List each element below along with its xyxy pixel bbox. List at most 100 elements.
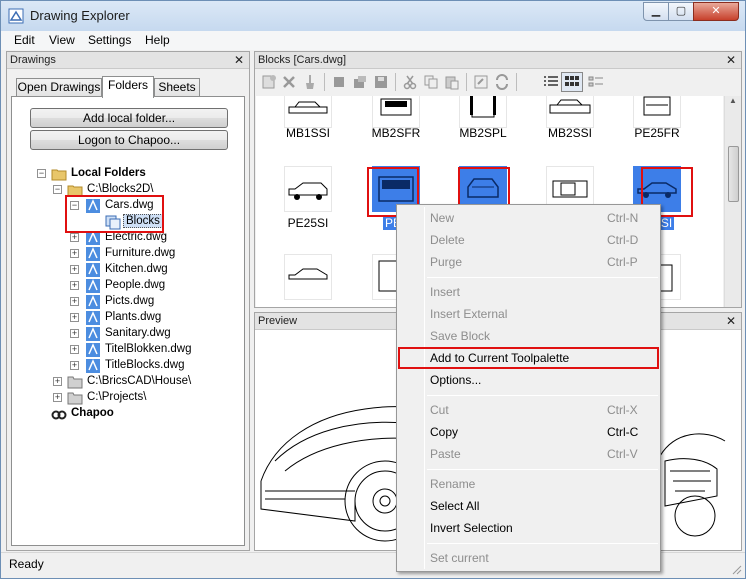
menu-item-select-all[interactable]: Select All	[397, 495, 660, 517]
collapse-icon[interactable]: −	[53, 185, 62, 194]
menu-item-new[interactable]: New Ctrl-N	[397, 207, 660, 229]
title-bar[interactable]: Drawing Explorer ▁ ▢ ✕	[1, 1, 745, 31]
block-item[interactable]: PE25FR	[622, 96, 692, 142]
drawings-panel-close-icon[interactable]: ✕	[234, 53, 244, 67]
maximize-button[interactable]: ▢	[668, 2, 694, 21]
menu-item-shortcut: Ctrl-C	[607, 425, 639, 439]
expand-icon[interactable]: +	[70, 281, 79, 290]
expand-icon[interactable]: +	[70, 313, 79, 322]
menu-item-options[interactable]: Options...	[397, 369, 660, 391]
tree-file-titleblocks[interactable]: + TitleBlocks.dwg	[12, 358, 244, 374]
menu-item-set-current[interactable]: Set current	[397, 547, 660, 569]
tree-bricscad-house[interactable]: + C:\BricsCAD\House\	[12, 374, 244, 390]
block-thumbnail	[284, 254, 332, 300]
refresh-icon[interactable]	[494, 74, 510, 90]
menu-item-label: Save Block	[430, 329, 491, 343]
purge-icon[interactable]	[302, 74, 318, 90]
expand-icon[interactable]: +	[70, 297, 79, 306]
new-block-icon[interactable]	[261, 74, 277, 90]
block-label: MB1SSI	[285, 126, 330, 140]
block-item[interactable]: MB2SSI	[535, 96, 605, 142]
menu-item-invert-selection[interactable]: Invert Selection	[397, 517, 660, 539]
menu-item-insert[interactable]: Insert	[397, 281, 660, 303]
menu-item-purge[interactable]: Purge Ctrl-P	[397, 251, 660, 273]
cut-icon[interactable]	[402, 74, 418, 90]
toolbar-separator	[466, 73, 467, 91]
thumbnail-view-icon	[565, 76, 579, 86]
tab-sheets[interactable]: Sheets	[154, 78, 200, 97]
tree-label: People.dwg	[105, 279, 166, 291]
add-local-folder-button[interactable]: Add local folder...	[30, 108, 228, 128]
expand-icon[interactable]: +	[53, 377, 62, 386]
copy-icon[interactable]	[423, 74, 439, 90]
paste-icon[interactable]	[444, 74, 460, 90]
insert-external-icon[interactable]	[352, 74, 368, 90]
delete-icon[interactable]	[281, 74, 297, 90]
scroll-up-icon[interactable]: ▲	[726, 96, 740, 110]
menu-item-shortcut: Ctrl-P	[607, 255, 638, 269]
thumbnail-view-button[interactable]	[561, 72, 583, 92]
block-item[interactable]	[273, 254, 343, 307]
tree-local-folders[interactable]: − Local Folders	[12, 166, 244, 182]
tree-file-furniture[interactable]: + Furniture.dwg	[12, 246, 244, 262]
expand-icon[interactable]: +	[53, 393, 62, 402]
scroll-thumb[interactable]	[728, 146, 739, 202]
list-view-icon[interactable]	[543, 74, 559, 90]
block-item[interactable]: MB2SPL	[448, 96, 518, 142]
expand-icon[interactable]: +	[70, 249, 79, 258]
rename-icon[interactable]	[473, 74, 489, 90]
block-thumbnail	[459, 96, 507, 128]
drawing-explorer-window: Drawing Explorer ▁ ▢ ✕ Edit View Setting…	[0, 0, 746, 579]
menu-view[interactable]: View	[49, 33, 75, 47]
minimize-button[interactable]: ▁	[643, 2, 669, 21]
blocks-panel-header: Blocks [Cars.dwg] ✕	[255, 52, 741, 69]
menu-separator	[427, 395, 658, 396]
save-block-icon[interactable]	[373, 74, 389, 90]
block-item[interactable]: MB2SFR	[361, 96, 431, 142]
menu-settings[interactable]: Settings	[88, 33, 131, 47]
tree-label: TitelBlokken.dwg	[105, 343, 192, 355]
expand-icon[interactable]: +	[70, 329, 79, 338]
folder-icon	[67, 376, 83, 389]
tree-file-picts[interactable]: + Picts.dwg	[12, 294, 244, 310]
tree-label: C:\Blocks2D\	[87, 183, 154, 195]
highlight-box	[65, 195, 164, 233]
close-button[interactable]: ✕	[693, 2, 739, 21]
block-label: MB2SSI	[547, 126, 592, 140]
logon-chapoo-button[interactable]: Logon to Chapoo...	[30, 130, 228, 150]
expand-icon[interactable]: +	[70, 361, 79, 370]
menu-item-insert-external[interactable]: Insert External	[397, 303, 660, 325]
details-view-icon[interactable]	[588, 74, 604, 90]
menu-help[interactable]: Help	[145, 33, 170, 47]
menu-item-label: Cut	[430, 403, 449, 417]
tree-file-plants[interactable]: + Plants.dwg	[12, 310, 244, 326]
resize-grip-icon[interactable]	[730, 563, 742, 575]
collapse-icon[interactable]: −	[37, 169, 46, 178]
menu-separator	[427, 277, 658, 278]
expand-icon[interactable]: +	[70, 265, 79, 274]
blocks-scrollbar[interactable]: ▲	[724, 96, 741, 307]
menu-item-copy[interactable]: Copy Ctrl-C	[397, 421, 660, 443]
menu-item-save-block[interactable]: Save Block	[397, 325, 660, 347]
menu-item-paste[interactable]: Paste Ctrl-V	[397, 443, 660, 465]
block-item[interactable]: MB1SSI	[273, 96, 343, 142]
menu-item-cut[interactable]: Cut Ctrl-X	[397, 399, 660, 421]
tree-projects[interactable]: + C:\Projects\	[12, 390, 244, 406]
tab-folders[interactable]: Folders	[102, 76, 154, 98]
tree-file-sanitary[interactable]: + Sanitary.dwg	[12, 326, 244, 342]
menu-item-delete[interactable]: Delete Ctrl-D	[397, 229, 660, 251]
tree-chapoo[interactable]: Chapoo	[12, 406, 244, 422]
tree-file-titelblokken[interactable]: + TitelBlokken.dwg	[12, 342, 244, 358]
tree-file-kitchen[interactable]: + Kitchen.dwg	[12, 262, 244, 278]
dwg-file-icon	[86, 295, 100, 309]
menu-edit[interactable]: Edit	[14, 33, 35, 47]
tab-open-drawings[interactable]: Open Drawings	[16, 78, 102, 97]
insert-icon[interactable]	[331, 74, 347, 90]
blocks-panel-close-icon[interactable]: ✕	[726, 53, 736, 67]
expand-icon[interactable]: +	[70, 233, 79, 242]
tree-file-people[interactable]: + People.dwg	[12, 278, 244, 294]
menu-item-rename[interactable]: Rename	[397, 473, 660, 495]
preview-panel-close-icon[interactable]: ✕	[726, 314, 736, 328]
expand-icon[interactable]: +	[70, 345, 79, 354]
block-item[interactable]: PE25SI	[273, 166, 343, 230]
